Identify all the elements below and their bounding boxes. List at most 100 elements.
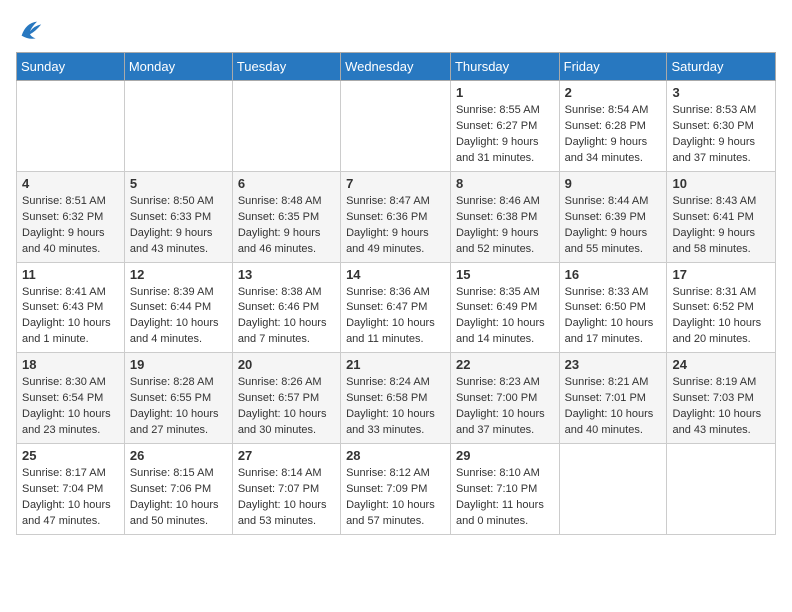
calendar-cell: 14 Sunrise: 8:36 AM Sunset: 6:47 PM Dayli… — [341, 262, 451, 353]
weekday-header-monday: Monday — [124, 53, 232, 81]
day-info: Sunrise: 8:12 AM Sunset: 7:09 PM Dayligh… — [346, 466, 445, 530]
calendar-cell: 4 Sunrise: 8:51 AM Sunset: 6:32 PM Daylig… — [17, 171, 125, 262]
weekday-header-tuesday: Tuesday — [232, 53, 340, 81]
day-number: 11 — [22, 267, 119, 282]
calendar-cell: 6Sunrise: 8:48 AM Sunset: 6:35 PM Daylig… — [232, 171, 340, 262]
day-number: 28 — [346, 448, 445, 463]
day-info: Sunrise: 8:28 AM Sunset: 6:55 PM Dayligh… — [130, 375, 227, 439]
calendar-cell: 5 Sunrise: 8:50 AM Sunset: 6:33 PM Daylig… — [124, 171, 232, 262]
calendar-table: SundayMondayTuesdayWednesdayThursdayFrid… — [16, 52, 776, 535]
day-info: Sunrise: 8:36 AM Sunset: 6:47 PM Dayligh… — [346, 285, 445, 349]
day-number: 4 — [22, 176, 119, 191]
day-info: Sunrise: 8:24 AM Sunset: 6:58 PM Dayligh… — [346, 375, 445, 439]
calendar-cell: 19 Sunrise: 8:28 AM Sunset: 6:55 PM Dayli… — [124, 353, 232, 444]
day-number: 25 — [22, 448, 119, 463]
calendar-cell: 27 Sunrise: 8:14 AM Sunset: 7:07 PM Dayli… — [232, 444, 340, 535]
calendar-cell: 3 Sunrise: 8:53 AM Sunset: 6:30 PM Daylig… — [667, 81, 776, 172]
day-number: 21 — [346, 357, 445, 372]
day-number: 3 — [672, 85, 770, 100]
day-info: Sunrise: 8:46 AM Sunset: 6:38 PM Dayligh… — [456, 194, 554, 258]
calendar-cell: 21 Sunrise: 8:24 AM Sunset: 6:58 PM Dayli… — [341, 353, 451, 444]
day-info: Sunrise: 8:17 AM Sunset: 7:04 PM Dayligh… — [22, 466, 119, 530]
page-header — [16, 16, 776, 44]
calendar-cell: 12 Sunrise: 8:39 AM Sunset: 6:44 PM Dayli… — [124, 262, 232, 353]
calendar-cell — [124, 81, 232, 172]
day-number: 13 — [238, 267, 335, 282]
day-info: Sunrise: 8:35 AM Sunset: 6:49 PM Dayligh… — [456, 285, 554, 349]
day-number: 17 — [672, 267, 770, 282]
calendar-cell — [559, 444, 667, 535]
calendar-cell: 13 Sunrise: 8:38 AM Sunset: 6:46 PM Dayli… — [232, 262, 340, 353]
day-number: 24 — [672, 357, 770, 372]
day-number: 26 — [130, 448, 227, 463]
day-info: Sunrise: 8:44 AM Sunset: 6:39 PM Dayligh… — [565, 194, 662, 258]
weekday-header-sunday: Sunday — [17, 53, 125, 81]
day-info: Sunrise: 8:30 AM Sunset: 6:54 PM Dayligh… — [22, 375, 119, 439]
day-info: Sunrise: 8:55 AM Sunset: 6:27 PM Dayligh… — [456, 103, 554, 167]
day-number: 29 — [456, 448, 554, 463]
calendar-cell: 17 Sunrise: 8:31 AM Sunset: 6:52 PM Dayli… — [667, 262, 776, 353]
day-number: 14 — [346, 267, 445, 282]
day-number: 20 — [238, 357, 335, 372]
day-number: 7 — [346, 176, 445, 191]
day-number: 15 — [456, 267, 554, 282]
day-number: 16 — [565, 267, 662, 282]
calendar-week-row: 18 Sunrise: 8:30 AM Sunset: 6:54 PM Dayli… — [17, 353, 776, 444]
calendar-cell: 25 Sunrise: 8:17 AM Sunset: 7:04 PM Dayli… — [17, 444, 125, 535]
day-number: 19 — [130, 357, 227, 372]
calendar-cell: 24 Sunrise: 8:19 AM Sunset: 7:03 PM Dayli… — [667, 353, 776, 444]
calendar-cell: 28 Sunrise: 8:12 AM Sunset: 7:09 PM Dayli… — [341, 444, 451, 535]
day-info: Sunrise: 8:39 AM Sunset: 6:44 PM Dayligh… — [130, 285, 227, 349]
day-info: Sunrise: 8:14 AM Sunset: 7:07 PM Dayligh… — [238, 466, 335, 530]
day-info: Sunrise: 8:10 AM Sunset: 7:10 PM Dayligh… — [456, 466, 554, 530]
calendar-cell — [232, 81, 340, 172]
weekday-header-thursday: Thursday — [450, 53, 559, 81]
day-number: 18 — [22, 357, 119, 372]
calendar-cell: 8 Sunrise: 8:46 AM Sunset: 6:38 PM Daylig… — [450, 171, 559, 262]
calendar-cell: 20 Sunrise: 8:26 AM Sunset: 6:57 PM Dayli… — [232, 353, 340, 444]
day-number: 27 — [238, 448, 335, 463]
calendar-cell — [17, 81, 125, 172]
day-info: Sunrise: 8:53 AM Sunset: 6:30 PM Dayligh… — [672, 103, 770, 167]
calendar-cell: 29 Sunrise: 8:10 AM Sunset: 7:10 PM Dayli… — [450, 444, 559, 535]
day-info: Sunrise: 8:54 AM Sunset: 6:28 PM Dayligh… — [565, 103, 662, 167]
day-number: 2 — [565, 85, 662, 100]
calendar-cell: 1 Sunrise: 8:55 AM Sunset: 6:27 PM Daylig… — [450, 81, 559, 172]
day-info: Sunrise: 8:23 AM Sunset: 7:00 PM Dayligh… — [456, 375, 554, 439]
calendar-cell: 26 Sunrise: 8:15 AM Sunset: 7:06 PM Dayli… — [124, 444, 232, 535]
calendar-cell: 9Sunrise: 8:44 AM Sunset: 6:39 PM Daylig… — [559, 171, 667, 262]
day-info: Sunrise: 8:47 AM Sunset: 6:36 PM Dayligh… — [346, 194, 445, 258]
calendar-week-row: 25 Sunrise: 8:17 AM Sunset: 7:04 PM Dayli… — [17, 444, 776, 535]
day-number: 23 — [565, 357, 662, 372]
logo — [16, 16, 48, 44]
day-number: 8 — [456, 176, 554, 191]
calendar-cell — [667, 444, 776, 535]
weekday-header-friday: Friday — [559, 53, 667, 81]
calendar-cell: 11Sunrise: 8:41 AM Sunset: 6:43 PM Dayli… — [17, 262, 125, 353]
day-info: Sunrise: 8:15 AM Sunset: 7:06 PM Dayligh… — [130, 466, 227, 530]
calendar-cell: 18 Sunrise: 8:30 AM Sunset: 6:54 PM Dayli… — [17, 353, 125, 444]
day-info: Sunrise: 8:38 AM Sunset: 6:46 PM Dayligh… — [238, 285, 335, 349]
logo-bird-icon — [16, 16, 44, 44]
weekday-header-saturday: Saturday — [667, 53, 776, 81]
calendar-cell: 2 Sunrise: 8:54 AM Sunset: 6:28 PM Daylig… — [559, 81, 667, 172]
calendar-cell: 15 Sunrise: 8:35 AM Sunset: 6:49 PM Dayli… — [450, 262, 559, 353]
calendar-week-row: 4 Sunrise: 8:51 AM Sunset: 6:32 PM Daylig… — [17, 171, 776, 262]
day-number: 5 — [130, 176, 227, 191]
day-number: 12 — [130, 267, 227, 282]
calendar-week-row: 1 Sunrise: 8:55 AM Sunset: 6:27 PM Daylig… — [17, 81, 776, 172]
day-info: Sunrise: 8:31 AM Sunset: 6:52 PM Dayligh… — [672, 285, 770, 349]
calendar-cell: 22Sunrise: 8:23 AM Sunset: 7:00 PM Dayli… — [450, 353, 559, 444]
day-info: Sunrise: 8:43 AM Sunset: 6:41 PM Dayligh… — [672, 194, 770, 258]
day-info: Sunrise: 8:50 AM Sunset: 6:33 PM Dayligh… — [130, 194, 227, 258]
day-info: Sunrise: 8:21 AM Sunset: 7:01 PM Dayligh… — [565, 375, 662, 439]
calendar-cell: 16Sunrise: 8:33 AM Sunset: 6:50 PM Dayli… — [559, 262, 667, 353]
day-info: Sunrise: 8:19 AM Sunset: 7:03 PM Dayligh… — [672, 375, 770, 439]
calendar-header-row: SundayMondayTuesdayWednesdayThursdayFrid… — [17, 53, 776, 81]
day-number: 10 — [672, 176, 770, 191]
day-number: 6 — [238, 176, 335, 191]
day-info: Sunrise: 8:26 AM Sunset: 6:57 PM Dayligh… — [238, 375, 335, 439]
calendar-cell: 7 Sunrise: 8:47 AM Sunset: 6:36 PM Daylig… — [341, 171, 451, 262]
day-number: 1 — [456, 85, 554, 100]
day-info: Sunrise: 8:51 AM Sunset: 6:32 PM Dayligh… — [22, 194, 119, 258]
